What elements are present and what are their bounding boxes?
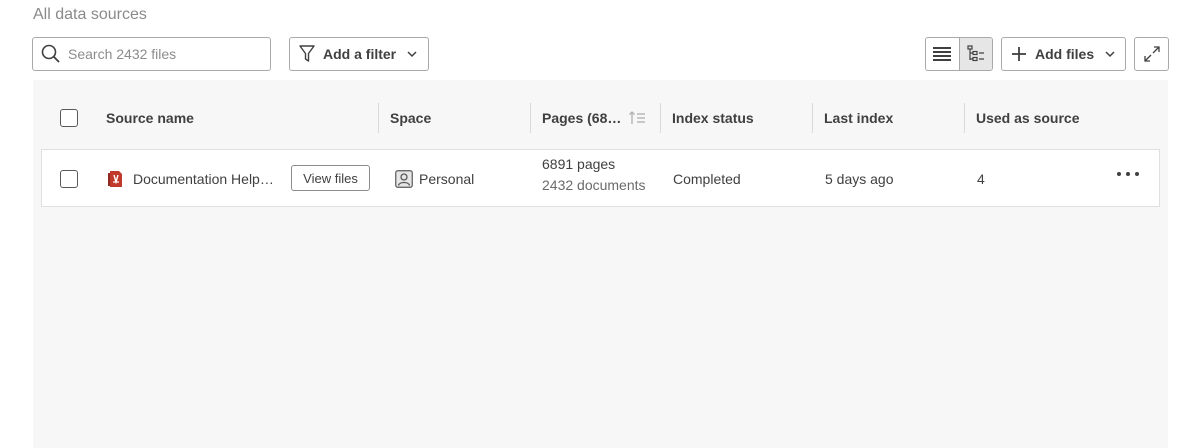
select-all-cell (60, 80, 78, 156)
pages-count: 6891 pages (542, 156, 616, 172)
add-files-button[interactable]: Add files (1001, 37, 1126, 71)
column-divider[interactable] (812, 103, 813, 133)
column-divider[interactable] (378, 103, 379, 133)
person-icon (395, 170, 413, 188)
search-icon (41, 44, 60, 63)
add-files-label: Add files (1035, 46, 1095, 62)
expand-icon (1143, 46, 1160, 62)
view-mode-toggle[interactable] (925, 37, 993, 71)
column-header-used-as-source[interactable]: Used as source (976, 80, 1080, 156)
source-name-cell: Documentation Help… (107, 150, 274, 208)
row-checkbox[interactable] (60, 170, 78, 188)
space-label: Personal (419, 171, 475, 187)
more-actions-icon[interactable] (1117, 168, 1139, 180)
select-all-checkbox[interactable] (60, 109, 78, 127)
filter-icon (299, 45, 315, 62)
last-index: 5 days ago (825, 171, 894, 187)
expand-button[interactable] (1134, 37, 1169, 71)
source-name[interactable]: Documentation Help… (133, 171, 274, 187)
chevron-down-icon (1105, 51, 1115, 58)
table-row[interactable]: Documentation Help… View files Personal … (41, 149, 1160, 207)
search-input[interactable]: Search 2432 files (32, 37, 271, 71)
row-select-cell (60, 150, 78, 208)
chevron-down-icon (407, 51, 417, 58)
column-header-source-name[interactable]: Source name (106, 80, 194, 156)
column-header-space[interactable]: Space (390, 80, 431, 156)
sort-icon (629, 111, 645, 124)
data-sources-table: Source name Space Pages (68… Index statu… (33, 80, 1168, 448)
sort-button[interactable] (624, 80, 650, 156)
pages-cell: 6891 pages 2432 documents (542, 156, 646, 193)
tree-view-icon (967, 45, 984, 62)
column-divider[interactable] (964, 103, 965, 133)
table-header: Source name Space Pages (68… Index statu… (33, 80, 1168, 156)
add-filter-button[interactable]: Add a filter (289, 37, 429, 71)
index-status: Completed (673, 171, 741, 187)
pdf-stack-icon (108, 171, 122, 187)
column-header-pages[interactable]: Pages (68… (542, 80, 621, 156)
search-placeholder: Search 2432 files (68, 46, 177, 62)
column-header-index-status[interactable]: Index status (672, 80, 754, 156)
plus-icon (1012, 47, 1026, 61)
list-view-icon (933, 47, 952, 61)
column-header-pages-label: Pages (68… (542, 110, 622, 126)
space-cell: Personal (395, 150, 474, 208)
list-view-button[interactable] (926, 38, 959, 70)
column-divider[interactable] (530, 103, 531, 133)
breadcrumb: All data sources (33, 6, 147, 23)
view-files-button[interactable]: View files (291, 165, 370, 191)
tree-view-button[interactable] (958, 38, 992, 70)
used-as-source: 4 (977, 171, 985, 187)
add-filter-label: Add a filter (323, 46, 397, 62)
column-header-last-index[interactable]: Last index (824, 80, 893, 156)
documents-count: 2432 documents (542, 177, 646, 193)
column-divider[interactable] (660, 103, 661, 133)
